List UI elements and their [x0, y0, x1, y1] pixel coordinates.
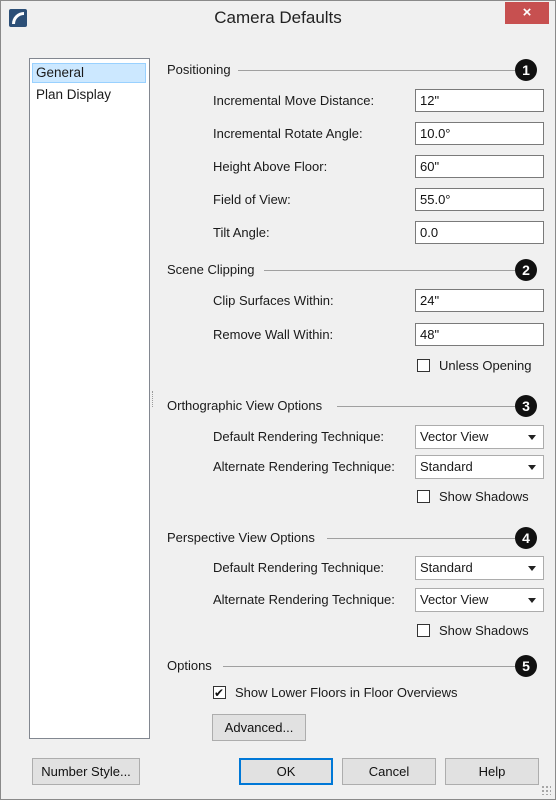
dialog-title: Camera Defaults	[214, 8, 342, 27]
unless-opening-label: Unless Opening	[439, 358, 532, 373]
field-of-view-input[interactable]	[415, 188, 544, 211]
ortho-show-shadows-checkbox-box[interactable]	[417, 490, 430, 503]
height-above-floor-input[interactable]	[415, 155, 544, 178]
clip-surfaces-within-input[interactable]	[415, 289, 544, 312]
callout-badge-2: 2	[515, 259, 537, 281]
callout-badge-1: 1	[515, 59, 537, 81]
positioning-heading: Positioning	[167, 62, 231, 77]
show-lower-floors-label: Show Lower Floors in Floor Overviews	[235, 685, 458, 700]
perspective-options-divider	[327, 538, 515, 539]
persp-alternate-rendering-label: Alternate Rendering Technique:	[213, 592, 395, 607]
clip-surfaces-within-label: Clip Surfaces Within:	[213, 293, 334, 308]
chevron-down-icon	[528, 435, 536, 440]
unless-opening-checkbox-box[interactable]	[417, 359, 430, 372]
chevron-down-icon	[528, 598, 536, 603]
title-bar: Camera Defaults ×	[1, 1, 555, 35]
persp-alternate-rendering-select[interactable]: Vector View	[415, 588, 544, 612]
ok-button[interactable]: OK	[239, 758, 333, 785]
persp-default-rendering-label: Default Rendering Technique:	[213, 560, 385, 575]
orthographic-options-divider	[337, 406, 515, 407]
category-list: General Plan Display	[29, 58, 150, 739]
unless-opening-checkbox[interactable]: Unless Opening	[417, 358, 547, 374]
callout-badge-3: 3	[515, 395, 537, 417]
scene-clipping-heading: Scene Clipping	[167, 262, 255, 277]
orthographic-options-heading: Orthographic View Options	[167, 398, 323, 413]
perspective-options-heading: Perspective View Options	[167, 530, 315, 545]
resize-grip-icon[interactable]	[541, 785, 551, 795]
tilt-angle-input[interactable]	[415, 221, 544, 244]
incremental-move-distance-label: Incremental Move Distance:	[213, 93, 375, 108]
show-lower-floors-checkbox-box[interactable]	[213, 685, 226, 701]
tilt-angle-label: Tilt Angle:	[213, 225, 270, 240]
ortho-show-shadows-label: Show Shadows	[439, 489, 529, 504]
field-of-view-label: Field of View:	[213, 192, 291, 207]
incremental-rotate-angle-input[interactable]	[415, 122, 544, 145]
scene-clipping-divider	[264, 270, 515, 271]
ortho-show-shadows-checkbox[interactable]: Show Shadows	[417, 489, 547, 505]
nav-item-plan-display[interactable]: Plan Display	[32, 85, 146, 105]
persp-alternate-rendering-value: Vector View	[420, 592, 489, 607]
nav-item-general[interactable]: General	[32, 63, 146, 83]
ortho-default-rendering-value: Vector View	[420, 429, 489, 444]
callout-badge-5: 5	[515, 655, 537, 677]
chevron-down-icon	[528, 465, 536, 470]
close-button[interactable]: ×	[505, 2, 549, 24]
chevron-down-icon	[528, 566, 536, 571]
ortho-alternate-rendering-select[interactable]: Standard	[415, 455, 544, 479]
persp-default-rendering-value: Standard	[420, 560, 473, 575]
incremental-rotate-angle-label: Incremental Rotate Angle:	[213, 126, 363, 141]
ortho-alternate-rendering-label: Alternate Rendering Technique:	[213, 459, 395, 474]
positioning-divider	[238, 70, 515, 71]
remove-wall-within-label: Remove Wall Within:	[213, 327, 334, 342]
ortho-default-rendering-label: Default Rendering Technique:	[213, 429, 385, 444]
number-style-button[interactable]: Number Style...	[32, 758, 140, 785]
persp-show-shadows-checkbox[interactable]: Show Shadows	[417, 623, 547, 639]
persp-show-shadows-checkbox-box[interactable]	[417, 624, 430, 637]
options-heading: Options	[167, 658, 212, 673]
incremental-move-distance-input[interactable]	[415, 89, 544, 112]
persp-default-rendering-select[interactable]: Standard	[415, 556, 544, 580]
cancel-button[interactable]: Cancel	[342, 758, 436, 785]
ortho-default-rendering-select[interactable]: Vector View	[415, 425, 544, 449]
ortho-alternate-rendering-value: Standard	[420, 459, 473, 474]
persp-show-shadows-label: Show Shadows	[439, 623, 529, 638]
options-divider	[223, 666, 515, 667]
splitter-handle[interactable]	[152, 391, 154, 407]
remove-wall-within-input[interactable]	[415, 323, 544, 346]
advanced-button[interactable]: Advanced...	[212, 714, 306, 741]
help-button[interactable]: Help	[445, 758, 539, 785]
camera-defaults-dialog: Camera Defaults × General Plan Display P…	[0, 0, 556, 800]
show-lower-floors-checkbox[interactable]: Show Lower Floors in Floor Overviews	[213, 685, 503, 701]
callout-badge-4: 4	[515, 527, 537, 549]
height-above-floor-label: Height Above Floor:	[213, 159, 328, 174]
